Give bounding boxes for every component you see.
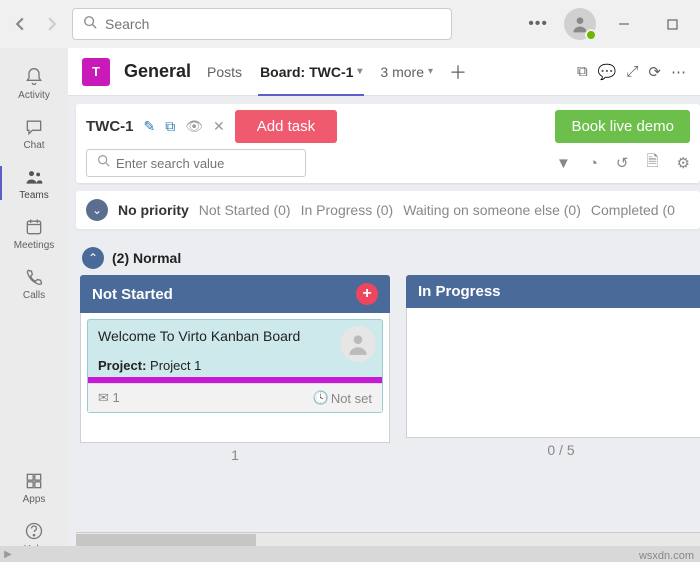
bell-icon	[23, 66, 45, 88]
lane-column-count: Completed (0	[591, 202, 675, 218]
search-icon	[83, 15, 97, 34]
sidebar-item-calls[interactable]: Calls	[0, 258, 68, 308]
filter-icon[interactable]: ▼	[556, 155, 571, 172]
assignee-avatar[interactable]	[340, 326, 376, 362]
search-icon	[97, 154, 110, 172]
swimlane-no-priority[interactable]: ⌄ No priority Not Started (0) In Progres…	[76, 191, 700, 229]
chevron-down-icon: ▾	[357, 66, 362, 77]
card-due: 🕓Not set	[313, 390, 372, 406]
edit-icon[interactable]: ✎	[144, 118, 156, 135]
search-box[interactable]	[72, 8, 452, 40]
sidebar-item-label: Chat	[23, 140, 44, 151]
column-count: 0 / 5	[406, 438, 700, 462]
card-title: Welcome To Virto Kanban Board	[98, 328, 372, 344]
export-icon[interactable]: 🗎	[646, 151, 658, 176]
calendar-icon	[23, 216, 45, 238]
kanban-card[interactable]: Welcome To Virto Kanban Board Project: P…	[87, 319, 383, 413]
history-icon[interactable]: ↺	[616, 154, 629, 172]
apps-icon	[23, 470, 45, 492]
chevron-down-icon: ⌄	[86, 199, 108, 221]
footer-bar: ▶	[0, 546, 700, 562]
kanban-board: TWC-1 ✎ ⧉ 👁 ✕ Add task Book live demo ▼	[68, 96, 700, 562]
card-footer: ✉ 1 🕓Not set	[88, 383, 382, 412]
board-name: TWC-1	[86, 118, 134, 135]
add-tab-button[interactable]: ＋	[449, 59, 467, 85]
board-search[interactable]	[86, 149, 306, 177]
nav-forward-icon[interactable]	[40, 12, 64, 36]
swimlane-normal[interactable]: ⌃ (2) Normal	[82, 247, 700, 269]
sidebar-item-meetings[interactable]: Meetings	[0, 208, 68, 258]
nav-back-icon[interactable]	[8, 12, 32, 36]
window-maximize-button[interactable]	[652, 8, 692, 40]
more-icon[interactable]: ⋯	[671, 63, 686, 81]
column-body[interactable]	[406, 308, 700, 438]
watermark: wsxdn.com	[639, 550, 694, 562]
swimlane-title: (2) Normal	[112, 250, 181, 266]
user-avatar[interactable]	[564, 8, 596, 40]
expand-icon[interactable]: ⤢	[626, 63, 638, 81]
channel-header: T General Posts Board: TWC-1▾ 3 more▾ ＋ …	[68, 48, 700, 96]
sidebar-item-activity[interactable]: Activity	[0, 58, 68, 108]
team-avatar[interactable]: T	[82, 58, 110, 86]
card-project: Project: Project 1	[98, 358, 372, 373]
column-count: 1	[80, 443, 390, 467]
copy-icon[interactable]: ⧉	[165, 118, 175, 135]
sidebar-item-label: Activity	[18, 90, 50, 101]
comments-icon[interactable]: ✉ 1	[98, 390, 120, 406]
chevron-up-icon: ⌃	[82, 247, 104, 269]
lane-column-count: In Progress (0)	[301, 202, 394, 218]
search-input[interactable]	[105, 16, 441, 32]
chat-icon	[23, 116, 45, 138]
sidebar-item-label: Meetings	[14, 240, 55, 251]
main-content: T General Posts Board: TWC-1▾ 3 more▾ ＋ …	[68, 48, 700, 562]
app-sidebar: Activity Chat Teams Meetings Calls Apps …	[0, 48, 68, 562]
column-body[interactable]: Welcome To Virto Kanban Board Project: P…	[80, 313, 390, 443]
column-title: Not Started	[92, 286, 173, 303]
sidebar-item-label: Apps	[23, 494, 46, 505]
collapse-icon[interactable]: ✕	[213, 118, 225, 135]
lane-column-count: Not Started (0)	[199, 202, 291, 218]
title-bar: •••	[0, 0, 700, 48]
lane-column-count: Waiting on someone else (0)	[403, 202, 581, 218]
column-not-started: Not Started + Welcome To Virto Kanban Bo…	[80, 275, 390, 467]
chart-icon[interactable]: ◔	[589, 155, 598, 172]
phone-icon	[23, 266, 45, 288]
tab-posts[interactable]: Posts	[205, 48, 244, 96]
sidebar-item-teams[interactable]: Teams	[0, 158, 68, 208]
presence-available-icon	[585, 29, 597, 41]
book-demo-button[interactable]: Book live demo	[555, 110, 690, 143]
tab-more[interactable]: 3 more▾	[378, 48, 435, 96]
board-search-input[interactable]	[116, 156, 295, 171]
clock-icon: 🕓	[313, 390, 329, 406]
popout-icon[interactable]: ⧉	[577, 63, 588, 81]
board-toolbar: TWC-1 ✎ ⧉ 👁 ✕ Add task Book live demo ▼	[76, 104, 700, 183]
window-minimize-button[interactable]	[604, 8, 644, 40]
settings-icon[interactable]: ⚙	[677, 154, 690, 172]
chat-toggle-icon[interactable]: 💬	[598, 63, 617, 81]
add-card-button[interactable]: +	[356, 283, 378, 305]
teams-icon	[23, 166, 45, 188]
column-in-progress: In Progress 0 / 5	[406, 275, 700, 467]
board-columns: Not Started + Welcome To Virto Kanban Bo…	[76, 275, 700, 467]
sidebar-item-label: Teams	[19, 190, 48, 201]
more-menu-icon[interactable]: •••	[520, 15, 556, 33]
horizontal-scrollbar[interactable]	[76, 532, 700, 546]
column-header: Not Started +	[80, 275, 390, 313]
column-title: In Progress	[418, 283, 501, 300]
sidebar-item-label: Calls	[23, 290, 45, 301]
swimlane-title: No priority	[118, 202, 189, 218]
column-header: In Progress	[406, 275, 700, 308]
add-task-button[interactable]: Add task	[235, 110, 337, 143]
help-icon	[23, 520, 45, 542]
chevron-down-icon: ▾	[428, 66, 433, 77]
tab-board[interactable]: Board: TWC-1▾	[258, 48, 364, 96]
channel-name: General	[124, 61, 191, 82]
scrollbar-thumb[interactable]	[76, 534, 256, 546]
sidebar-item-chat[interactable]: Chat	[0, 108, 68, 158]
grip-icon: ▶	[0, 548, 16, 560]
reload-icon[interactable]: ⟳	[648, 63, 661, 81]
sidebar-item-apps[interactable]: Apps	[0, 462, 68, 512]
visibility-icon[interactable]: 👁	[185, 118, 203, 135]
